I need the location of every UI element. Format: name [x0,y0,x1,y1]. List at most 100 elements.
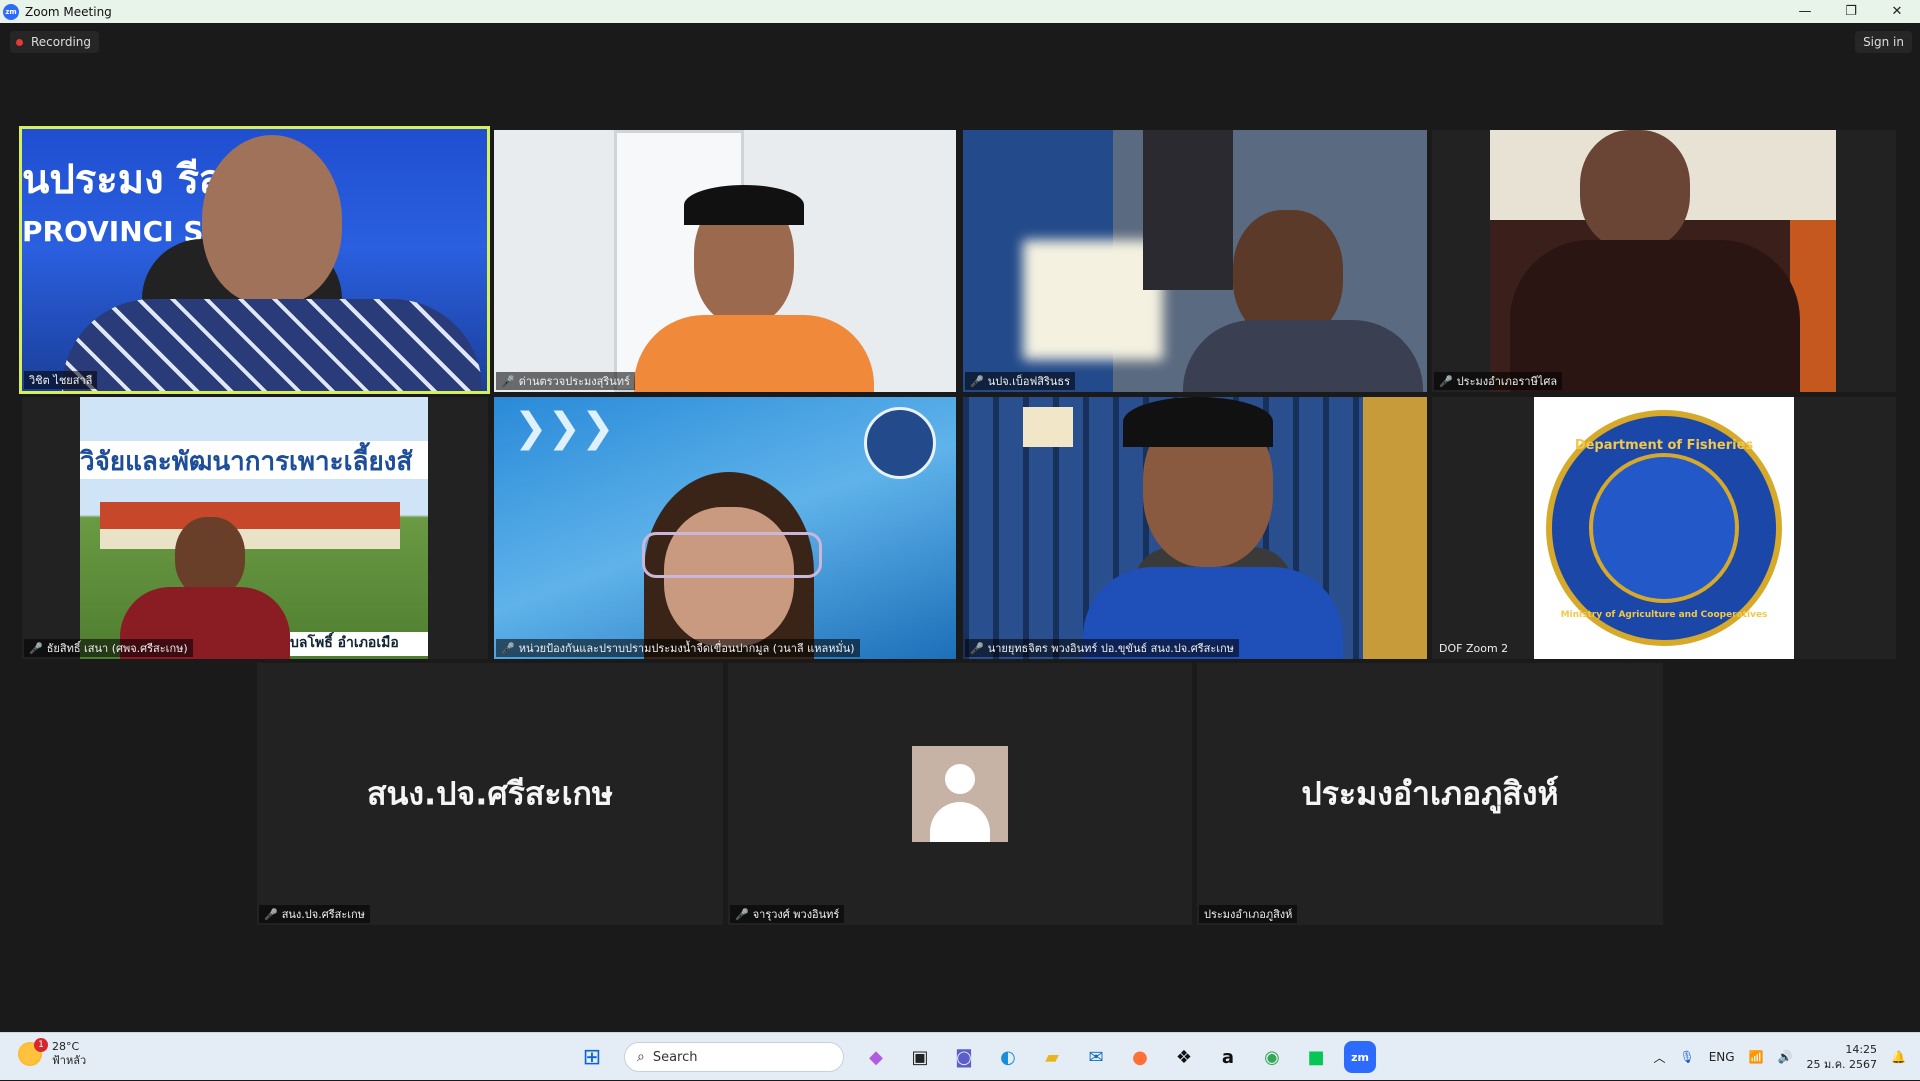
person-face [1580,130,1690,250]
recording-indicator[interactable]: Recording [10,31,99,53]
dof-seal-top-text: Department of Fisheries [1552,438,1776,453]
person-shirt [62,299,482,394]
windows-taskbar: 1 28°C ฟ้าหลัว ⊞ ⌕ Search ◆ ▣ ◙ ◐ ▰ ✉ ● … [0,1032,1920,1080]
participant-name-label: 🎤สนง.ปจ.ศรีสะเกษ [259,905,370,923]
line-app-icon[interactable]: ■ [1300,1041,1332,1073]
zoom-logo-icon: zm [3,4,19,20]
system-tray: ︿ 🎙 ENG 📶 🔊 14:25 25 ม.ค. 2567 🔔 [1653,1033,1920,1081]
video-tile-camera-off[interactable]: 🎤จารุวงศ์ พวงอินทร์ [728,663,1192,925]
person-face [175,517,245,597]
person-face [202,135,342,305]
recording-label: Recording [31,35,91,49]
video-frame: วิจัยและพัฒนาการเพาะเลี้ยงสั บลโพธิ์ อำเ… [80,397,428,659]
participant-name-label: 🎤นายยุทธจิตร พวงอินทร์ ปอ.ขุขันธ์ สนง.ปจ… [965,639,1239,657]
video-feed: นประมง รีสะเก PROVINCI S OFFI [22,129,487,391]
weather-sun-icon: 1 [18,1042,42,1066]
dof-seal-inner [1589,453,1739,603]
window-titlebar: zm Zoom Meeting — ❐ ✕ [0,0,1920,23]
video-feed: ❯❯❯ [494,397,956,659]
time: 14:25 [1806,1042,1877,1057]
weather-description: ฟ้าหลัว [52,1054,86,1068]
copilot-icon[interactable]: ◆ [860,1041,892,1073]
notification-badge: 1 [34,1038,48,1052]
video-feed [494,130,956,392]
date: 25 ม.ค. 2567 [1806,1057,1877,1072]
zoom-app-icon[interactable]: zm [1344,1041,1376,1073]
language-indicator[interactable]: ENG [1709,1050,1735,1064]
person-shirt [634,315,874,392]
participant-display-name: สนง.ปจ.ศรีสะเกษ [257,769,723,820]
task-view-icon[interactable]: ▣ [904,1041,936,1073]
video-tile[interactable]: ❯❯❯ 🎤หน่วยป้องกันและปราบปรามประมงน้ำจืดเ… [494,397,956,659]
sign-in-button[interactable]: Sign in [1855,31,1912,53]
edge-browser-icon[interactable]: ◐ [992,1041,1024,1073]
dof-seal-icon: Department of Fisheries Ministry of Agri… [1546,410,1782,646]
participant-name-label: 🎤ประมงอำเภอราษีไศล [1434,372,1562,390]
person-shirt [1183,320,1423,392]
teams-chat-icon[interactable]: ◙ [948,1041,980,1073]
weather-widget[interactable]: 1 28°C ฟ้าหลัว [18,1040,86,1068]
search-placeholder: Search [653,1050,698,1065]
chevron-up-icon[interactable]: ︿ [1653,1049,1665,1066]
video-banner-text: วิจัยและพัฒนาการเพาะเลี้ยงสั [80,441,428,479]
muted-mic-icon: 🎤 [735,908,749,921]
video-tile[interactable]: 🎤นายยุทธจิตร พวงอินทร์ ปอ.ขุขันธ์ สนง.ปจ… [963,397,1427,659]
building-wall [100,529,400,549]
video-feed [963,397,1427,659]
participant-name-label: DOF Zoom 2 [1434,639,1513,657]
video-tile-camera-off[interactable]: สนง.ปจ.ศรีสะเกษ 🎤สนง.ปจ.ศรีสะเกษ [257,663,723,925]
dof-seal-bottom-text: Ministry of Agriculture and Cooperatives [1552,610,1776,620]
participant-name-label: 🎤ธัยสิทธิ์ เสนา (ศพจ.ศรีสะเกษ) [24,639,193,657]
amazon-icon[interactable]: a [1212,1041,1244,1073]
video-tile[interactable]: วิจัยและพัฒนาการเพาะเลี้ยงสั บลโพธิ์ อำเ… [22,397,488,659]
microphone-icon[interactable]: 🎙 [1679,1050,1694,1064]
hanging-jacket [1143,130,1233,290]
picture [1023,407,1073,447]
video-feed [1432,130,1896,392]
video-tile[interactable]: 🎤ด่านตรวจประมงสุรินทร์ [494,130,956,392]
muted-mic-icon: 🎤 [1439,375,1453,388]
firefox-icon[interactable]: ● [1124,1041,1156,1073]
minimize-button[interactable]: — [1782,0,1828,23]
participant-name-label: 🎤จารุวงศ์ พวงอินทร์ [730,905,844,923]
video-bottom-text: บลโพธิ์ อำเภอเมือ [290,632,428,656]
person-hair [1123,397,1273,447]
participant-name-label: 🎤หน่วยป้องกันและปราบปรามประมงน้ำจืดเขื่อ… [496,639,860,657]
wooden-cabinet [1363,397,1427,659]
person-hair [684,185,804,225]
window-title: Zoom Meeting [25,5,112,19]
restore-button[interactable]: ❐ [1828,0,1874,23]
video-tile[interactable]: Department of Fisheries Ministry of Agri… [1432,397,1896,659]
close-button[interactable]: ✕ [1874,0,1920,23]
muted-mic-icon: 🎤 [264,908,278,921]
wifi-icon[interactable]: 📶 [1749,1050,1764,1064]
avatar [912,746,1008,842]
notification-bell-icon[interactable]: 🔔 [1891,1050,1906,1064]
glasses-icon [642,532,822,578]
mail-icon[interactable]: ✉ [1080,1041,1112,1073]
video-frame [1490,130,1836,392]
speaker-icon[interactable]: 🔊 [1778,1050,1793,1064]
recording-dot-icon [16,39,23,46]
video-feed [963,130,1427,392]
video-tile-active-speaker[interactable]: นประมง รีสะเก PROVINCI S OFFI วิชิต ไชยส… [19,126,490,394]
fisheries-logo-icon [864,407,936,479]
participant-name-label: 🎤ด่านตรวจประมงสุรินทร์ [496,372,635,390]
video-tile-camera-off[interactable]: ประมงอำเภอภูสิงห์ ประมงอำเภอภูสิงห์ [1197,663,1663,925]
video-feed: วิจัยและพัฒนาการเพาะเลี้ยงสั บลโพธิ์ อำเ… [22,397,488,659]
clock[interactable]: 14:25 25 ม.ค. 2567 [1806,1042,1877,1072]
video-tile[interactable]: 🎤ประมงอำเภอราษีไศล [1432,130,1896,392]
file-explorer-icon[interactable]: ▰ [1036,1041,1068,1073]
dropbox-icon[interactable]: ❖ [1168,1041,1200,1073]
muted-mic-icon: 🎤 [501,375,515,388]
participant-name-label: วิชิต ไชยสาลี [24,371,97,389]
chrome-icon[interactable]: ◉ [1256,1041,1288,1073]
person-shirt [1510,240,1800,392]
participant-name-label: 🎤นปจ.เบ็อฟสิรินธร [965,372,1075,390]
participant-name-label: ประมงอำเภอภูสิงห์ [1199,905,1297,923]
taskbar-search[interactable]: ⌕ Search [624,1042,844,1072]
video-tile[interactable]: 🎤นปจ.เบ็อฟสิรินธร [963,130,1427,392]
windows-start-icon[interactable]: ⊞ [576,1041,608,1073]
avatar-head-icon [945,764,975,794]
window-glare [1023,240,1163,360]
